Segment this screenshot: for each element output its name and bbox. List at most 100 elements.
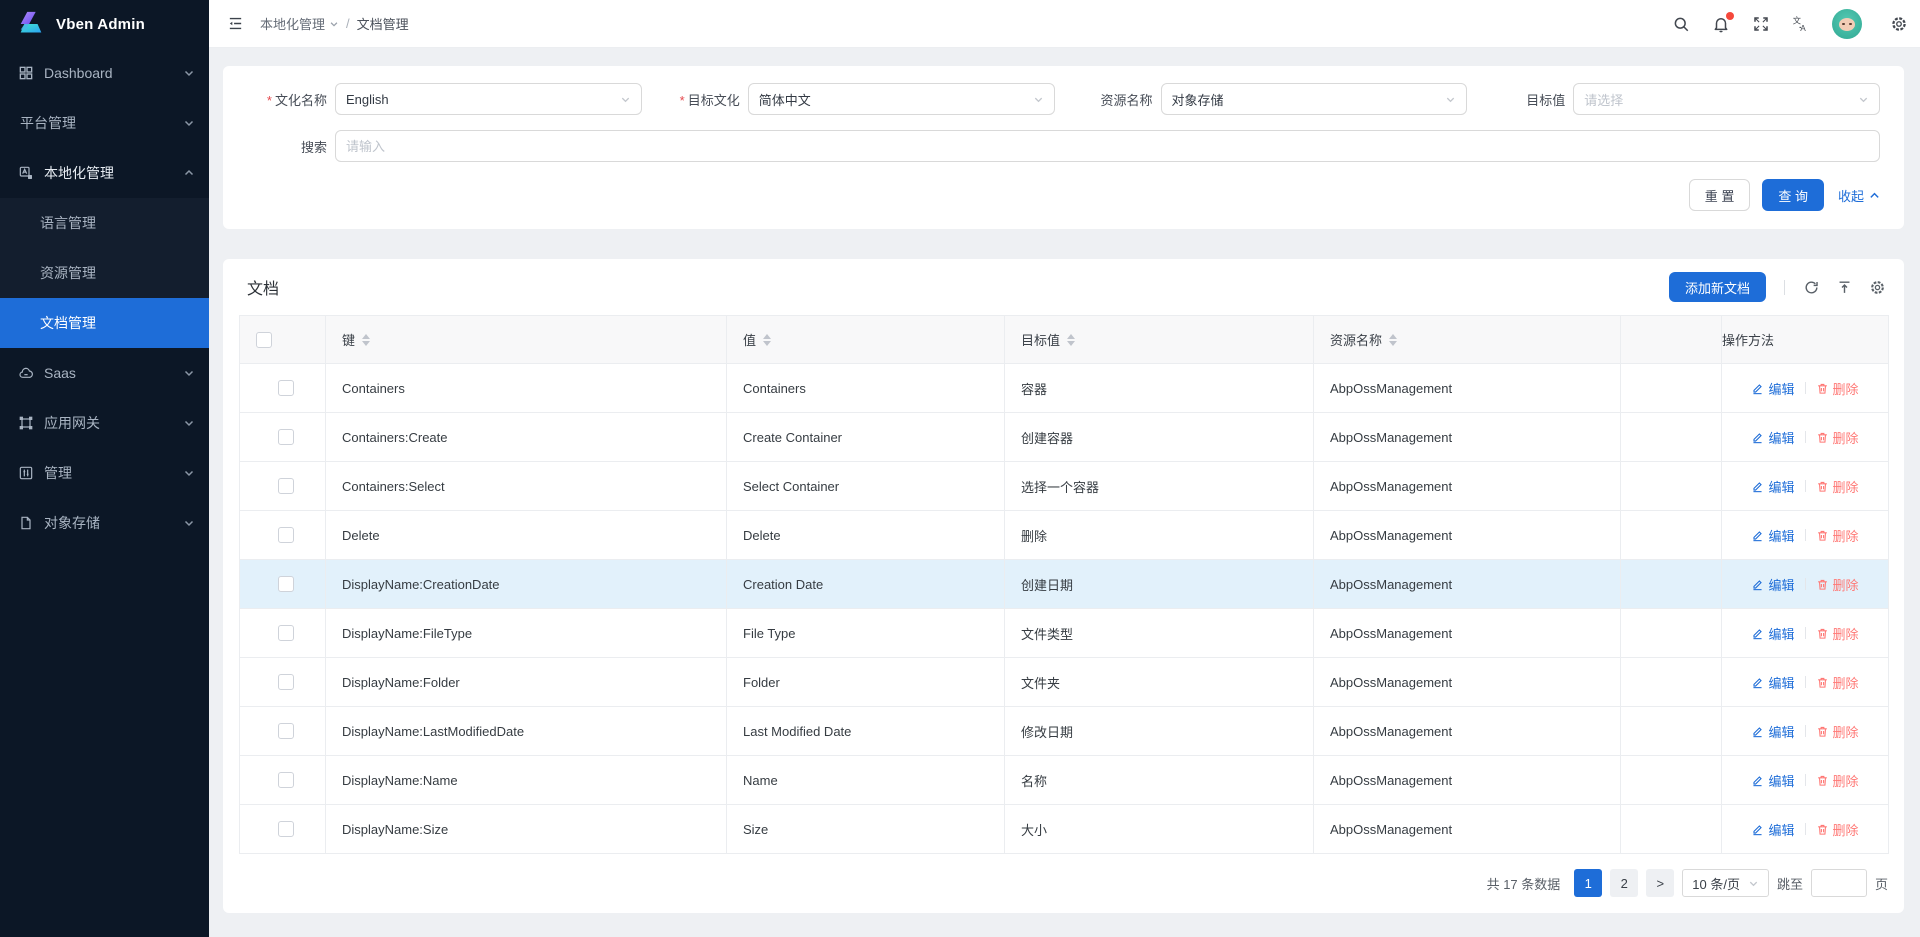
column-header-key[interactable]: 键 — [326, 316, 727, 364]
search-icon[interactable] — [1672, 15, 1690, 33]
delete-button[interactable]: 删除 — [1816, 820, 1859, 839]
row-checkbox[interactable] — [278, 625, 294, 641]
field-culture-name: *文化名称 English — [247, 83, 642, 115]
sidebar-item-platform[interactable]: 平台管理 — [0, 98, 209, 148]
refresh-icon[interactable] — [1803, 279, 1820, 296]
pagination-next-button[interactable]: > — [1646, 869, 1674, 897]
search-input[interactable] — [335, 130, 1880, 162]
sidebar-item-gateway[interactable]: 应用网关 — [0, 398, 209, 448]
row-checkbox[interactable] — [278, 821, 294, 837]
target-culture-select[interactable]: 简体中文 — [748, 83, 1055, 115]
avatar[interactable] — [1832, 9, 1862, 39]
delete-button[interactable]: 删除 — [1816, 771, 1859, 790]
delete-button[interactable]: 删除 — [1816, 673, 1859, 692]
chevron-down-icon — [1033, 94, 1044, 105]
fullscreen-icon[interactable] — [1752, 15, 1770, 33]
target-value-select[interactable]: 请选择 — [1573, 83, 1880, 115]
row-checkbox[interactable] — [278, 478, 294, 494]
trash-icon — [1816, 529, 1829, 542]
delete-button[interactable]: 删除 — [1816, 379, 1859, 398]
pencil-icon — [1751, 725, 1764, 738]
row-checkbox[interactable] — [278, 527, 294, 543]
sort-icon[interactable] — [763, 334, 771, 346]
jump-page-input[interactable] — [1811, 869, 1867, 897]
culture-name-select[interactable]: English — [335, 83, 642, 115]
sidebar-item-dashboard[interactable]: Dashboard — [0, 48, 209, 98]
column-header-actions: 操作方法 — [1722, 316, 1889, 364]
gear-icon[interactable] — [1890, 15, 1908, 33]
reset-button[interactable]: 重 置 — [1689, 179, 1751, 211]
edit-button[interactable]: 编辑 — [1751, 379, 1794, 398]
collapse-filters-link[interactable]: 收起 — [1838, 186, 1880, 205]
row-height-icon[interactable] — [1836, 279, 1853, 296]
edit-button[interactable]: 编辑 — [1751, 624, 1794, 643]
pagination-page-1[interactable]: 1 — [1574, 869, 1602, 897]
chevron-down-icon — [183, 517, 195, 529]
sidebar-item-document-management[interactable]: 文档管理 — [0, 298, 209, 348]
translate-icon[interactable]: 文A — [1792, 15, 1810, 33]
sidebar-item-saas[interactable]: Saas — [0, 348, 209, 398]
gear-icon[interactable] — [1869, 279, 1886, 296]
cell-target-value: 删除 — [1005, 511, 1314, 560]
chevron-down-icon — [183, 467, 195, 479]
trash-icon — [1816, 823, 1829, 836]
delete-button[interactable]: 删除 — [1816, 477, 1859, 496]
row-checkbox[interactable] — [278, 576, 294, 592]
row-checkbox[interactable] — [278, 772, 294, 788]
edit-button[interactable]: 编辑 — [1751, 673, 1794, 692]
page-size-select[interactable]: 10 条/页 — [1682, 869, 1769, 897]
svg-text:A: A — [1800, 23, 1806, 32]
sort-icon[interactable] — [1067, 334, 1075, 346]
sidebar-item-admin[interactable]: 管理 — [0, 448, 209, 498]
edit-button[interactable]: 编辑 — [1751, 722, 1794, 741]
delete-button[interactable]: 删除 — [1816, 722, 1859, 741]
jump-prefix-label: 跳至 — [1777, 874, 1803, 893]
action-divider — [1805, 578, 1806, 590]
avatar-image — [1839, 18, 1855, 31]
row-checkbox[interactable] — [278, 429, 294, 445]
toolbar-divider — [1784, 280, 1785, 295]
cell-key: DisplayName:Name — [326, 756, 727, 805]
edit-button[interactable]: 编辑 — [1751, 526, 1794, 545]
sidebar-item-language-management[interactable]: 语言管理 — [0, 198, 209, 248]
column-header-resource[interactable]: 资源名称 — [1314, 316, 1621, 364]
delete-button[interactable]: 删除 — [1816, 624, 1859, 643]
query-button[interactable]: 查 询 — [1762, 179, 1824, 211]
bell-icon[interactable] — [1712, 15, 1730, 33]
edit-button[interactable]: 编辑 — [1751, 771, 1794, 790]
delete-button[interactable]: 删除 — [1816, 428, 1859, 447]
column-header-value[interactable]: 值 — [727, 316, 1005, 364]
cell-target-value: 大小 — [1005, 805, 1314, 854]
edit-button[interactable]: 编辑 — [1751, 477, 1794, 496]
edit-button[interactable]: 编辑 — [1751, 428, 1794, 447]
logo[interactable]: Vben Admin — [0, 0, 209, 48]
cell-value: File Type — [727, 609, 1005, 658]
add-document-button[interactable]: 添加新文档 — [1669, 272, 1766, 302]
sort-icon[interactable] — [1389, 334, 1397, 346]
breadcrumb-separator: / — [346, 16, 350, 31]
resource-name-select[interactable]: 对象存储 — [1161, 83, 1468, 115]
edit-button[interactable]: 编辑 — [1751, 575, 1794, 594]
delete-button[interactable]: 删除 — [1816, 575, 1859, 594]
sidebar-item-resource-management[interactable]: 资源管理 — [0, 248, 209, 298]
sidebar-item-label: 语言管理 — [40, 213, 96, 233]
row-checkbox[interactable] — [278, 380, 294, 396]
column-header-target[interactable]: 目标值 — [1005, 316, 1314, 364]
edit-button[interactable]: 编辑 — [1751, 820, 1794, 839]
select-all-checkbox[interactable] — [256, 332, 272, 348]
cell-actions: 编辑 删除 — [1722, 560, 1889, 609]
sidebar-item-localization[interactable]: 本地化管理 — [0, 148, 209, 198]
table-row: DisplayName:CreationDate Creation Date 创… — [240, 560, 1889, 609]
sidebar-item-object-storage[interactable]: 对象存储 — [0, 498, 209, 548]
menu-fold-icon[interactable] — [222, 11, 248, 37]
row-checkbox[interactable] — [278, 674, 294, 690]
cell-target-value: 选择一个容器 — [1005, 462, 1314, 511]
cell-value: Delete — [727, 511, 1005, 560]
breadcrumb-parent[interactable]: 本地化管理 — [260, 14, 339, 33]
row-checkbox[interactable] — [278, 723, 294, 739]
pencil-icon — [1751, 431, 1764, 444]
cell-key: DisplayName:FileType — [326, 609, 727, 658]
pagination-page-2[interactable]: 2 — [1610, 869, 1638, 897]
delete-button[interactable]: 删除 — [1816, 526, 1859, 545]
sort-icon[interactable] — [362, 334, 370, 346]
